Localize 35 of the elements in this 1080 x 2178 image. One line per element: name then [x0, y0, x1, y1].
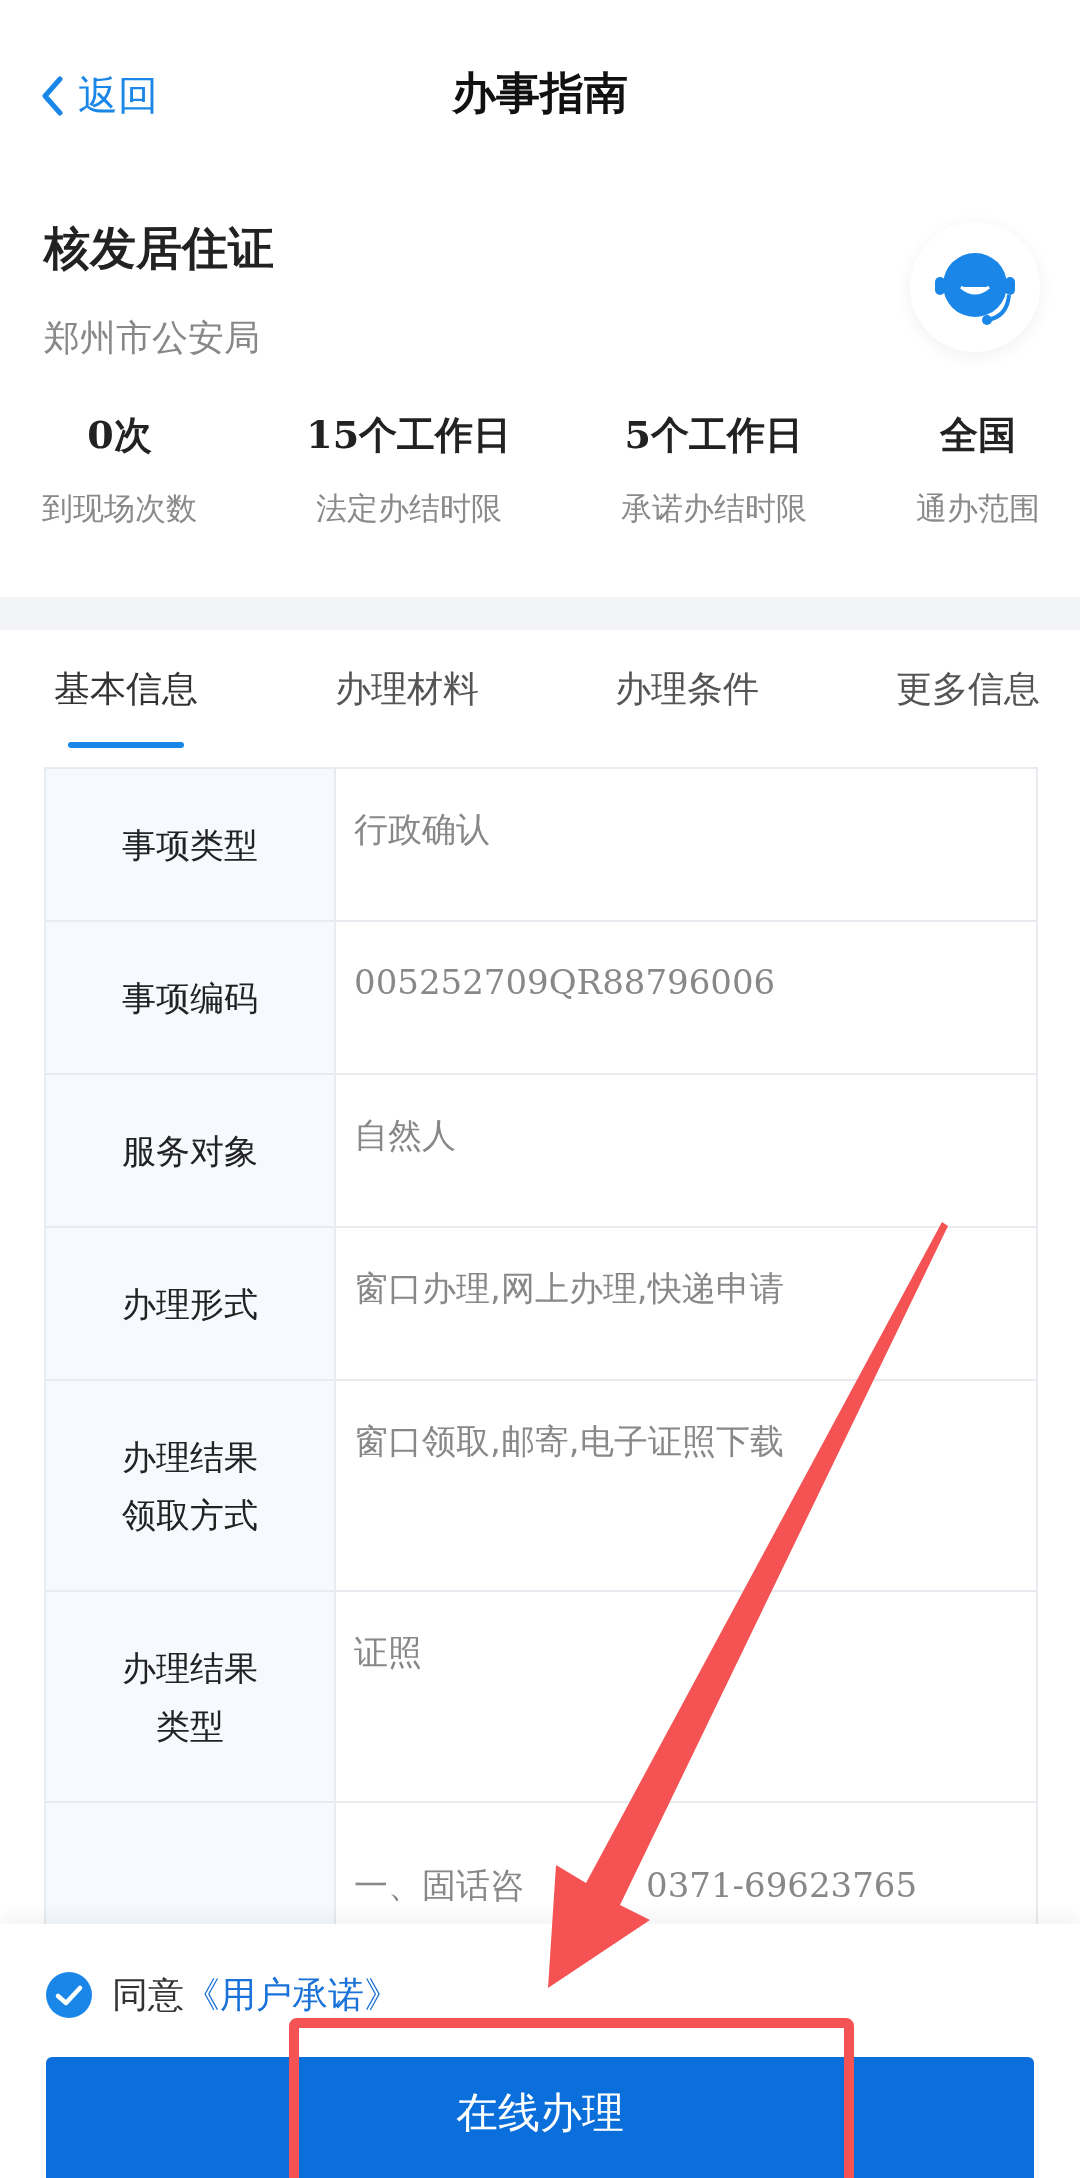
stat-label: 承诺办结时限	[620, 489, 807, 528]
field-value: 自然人	[354, 1115, 456, 1155]
field-label: 办理结果领取方式	[121, 1435, 259, 1537]
apply-online-button[interactable]: 在线办理	[46, 2057, 1034, 2178]
back-chevron-icon	[40, 75, 64, 116]
agree-label: 同意	[112, 1972, 184, 2017]
tab[interactable]: 办理材料	[334, 630, 479, 748]
field-value: 005252709QR88796006	[354, 962, 776, 1002]
agreement-link[interactable]: 《用户承诺》	[184, 1970, 400, 2020]
field-value: 窗口办理,网上办理,快递申请	[354, 1268, 784, 1308]
field-value: 行政确认	[354, 809, 490, 849]
tab[interactable]: 更多信息	[895, 630, 1040, 748]
tab[interactable]: 基本信息	[54, 630, 198, 748]
back-button[interactable]: 返回	[40, 68, 158, 123]
stat-label: 通办范围	[915, 489, 1040, 528]
stat-value: 0次	[87, 411, 152, 459]
field-label: 事项编码	[122, 976, 258, 1020]
field-value: 一、固话咨	[354, 1865, 524, 1905]
page-title: 办事指南	[452, 65, 628, 120]
field-value: 证照	[354, 1632, 422, 1672]
department-name: 郑州市公安局	[44, 316, 261, 360]
field-label: 办理结果类型	[121, 1646, 259, 1748]
tab[interactable]: 办理条件	[615, 630, 760, 748]
field-value: 窗口领取,邮寄,电子证照下载	[354, 1421, 784, 1461]
field-label: 服务对象	[122, 1129, 258, 1173]
stat-value: 5个工作日	[624, 411, 803, 459]
stat-label: 法定办结时限	[315, 489, 502, 528]
stat-label: 到现场次数	[42, 489, 197, 528]
checkbox[interactable]	[46, 1972, 92, 2018]
stat-value: 15个工作日	[306, 411, 512, 459]
field-label: 事项类型	[122, 823, 258, 867]
field-label: 办理形式	[122, 1282, 258, 1326]
field-value: 0371-69623765	[646, 1865, 918, 1905]
stat-value: 全国	[939, 411, 1016, 459]
service-title: 核发居住证	[44, 220, 274, 277]
